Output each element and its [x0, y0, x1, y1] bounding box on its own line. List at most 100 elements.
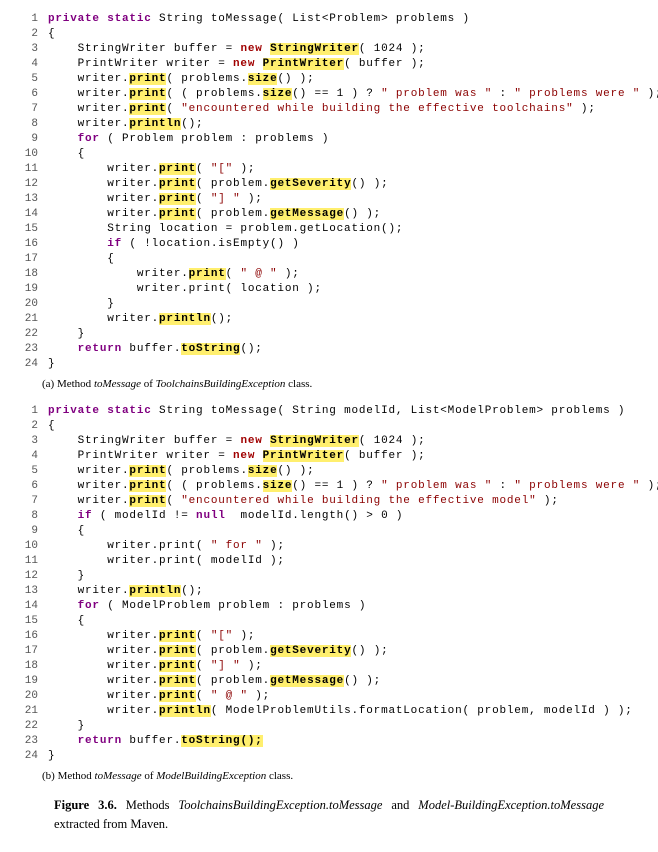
- code-token: ( buffer );: [344, 450, 425, 462]
- code-token: :: [492, 480, 514, 492]
- subcap-a-prefix: (a) Method: [42, 378, 94, 390]
- code-line: 24}: [18, 357, 640, 372]
- code-token: writer.: [48, 268, 189, 280]
- line-number: 15: [18, 614, 38, 629]
- code-token: );: [233, 630, 255, 642]
- code-token: (: [196, 163, 211, 175]
- code-line: 19 writer.print( location );: [18, 282, 640, 297]
- code-token: [48, 735, 78, 747]
- code-token: StringWriter buffer =: [48, 43, 240, 55]
- line-number: 10: [18, 147, 38, 162]
- code-token: String toMessage( List<Problem> problems…: [152, 13, 470, 25]
- code-token: {: [48, 615, 85, 627]
- code-token: writer.print( location );: [48, 283, 322, 295]
- figure-caption: Figure 3.6. Methods ToolchainsBuildingEx…: [54, 796, 604, 834]
- code-token: writer.: [48, 193, 159, 205]
- figcap-and: and: [382, 798, 418, 812]
- line-number: 12: [18, 569, 38, 584]
- line-number: 1: [18, 12, 38, 27]
- code-token: );: [263, 540, 285, 552]
- subcap-a-em2: ToolchainsBuildingException: [156, 378, 286, 390]
- code-token: writer.: [48, 690, 159, 702]
- code-token: writer.: [48, 630, 159, 642]
- code-token: writer.: [48, 118, 129, 130]
- code-token: writer.: [48, 73, 129, 85]
- code-token: ( ( problems.: [166, 480, 262, 492]
- code-token: new: [233, 450, 255, 462]
- code-line: 19 writer.print( problem.getMessage() );: [18, 674, 640, 689]
- code-token: ( !location.isEmpty() ): [122, 238, 300, 250]
- code-token: println: [159, 705, 211, 717]
- code-token: (: [166, 495, 181, 507]
- code-line: 18 writer.print( "] " );: [18, 659, 640, 674]
- figcap-sep: [117, 798, 126, 812]
- code-token: );: [574, 103, 596, 115]
- code-token: () );: [277, 73, 314, 85]
- code-token: () == 1 ) ?: [292, 88, 381, 100]
- code-token: () );: [344, 208, 381, 220]
- code-token: null: [196, 510, 226, 522]
- figcap-label: Figure 3.6.: [54, 798, 117, 812]
- code-token: print: [159, 645, 196, 657]
- line-number: 18: [18, 659, 38, 674]
- code-token: print: [189, 268, 226, 280]
- line-number: 19: [18, 674, 38, 689]
- line-number: 22: [18, 719, 38, 734]
- code-token: " @ ": [211, 690, 248, 702]
- code-token: new: [240, 43, 262, 55]
- code-token: writer.: [48, 163, 159, 175]
- code-token: );: [233, 163, 255, 175]
- code-token: print: [129, 480, 166, 492]
- line-number: 15: [18, 222, 38, 237]
- subcap-b-em2: ModelBuildingException: [156, 770, 266, 782]
- code-line: 7 writer.print( "encountered while build…: [18, 494, 640, 509]
- code-token: (: [166, 103, 181, 115]
- line-number: 7: [18, 102, 38, 117]
- code-token: static: [107, 405, 151, 417]
- code-token: [48, 600, 78, 612]
- code-line: 5 writer.print( problems.size() );: [18, 72, 640, 87]
- code-token: static: [107, 13, 151, 25]
- code-line: 7 writer.print( "encountered while build…: [18, 102, 640, 117]
- code-token: size: [263, 480, 293, 492]
- subcap-b-mid: of: [142, 770, 157, 782]
- code-line: 4 PrintWriter writer = new PrintWriter( …: [18, 449, 640, 464]
- code-line: 15 {: [18, 614, 640, 629]
- code-token: "[": [211, 163, 233, 175]
- code-token: private: [48, 13, 100, 25]
- code-line: 11 writer.print( "[" );: [18, 162, 640, 177]
- code-token: " for ": [211, 540, 263, 552]
- code-token: ( problems.: [166, 465, 247, 477]
- code-token: );: [240, 660, 262, 672]
- code-token: print: [159, 630, 196, 642]
- code-token: getMessage: [270, 675, 344, 687]
- code-token: print: [159, 193, 196, 205]
- code-token: new: [233, 58, 255, 70]
- code-token: );: [640, 88, 658, 100]
- code-token: getSeverity: [270, 645, 351, 657]
- code-line: 1private static String toMessage( String…: [18, 404, 640, 419]
- code-token: ( ModelProblem problem : problems ): [100, 600, 366, 612]
- line-number: 21: [18, 312, 38, 327]
- code-token: ( problem.: [196, 208, 270, 220]
- code-token: new: [240, 435, 262, 447]
- code-token: () );: [277, 465, 314, 477]
- code-token: }: [48, 750, 55, 762]
- code-token: " problems were ": [514, 88, 640, 100]
- line-number: 24: [18, 357, 38, 372]
- line-number: 6: [18, 479, 38, 494]
- code-line: 11 writer.print( modelId );: [18, 554, 640, 569]
- figcap-pre: Methods: [126, 798, 179, 812]
- code-token: return: [78, 735, 122, 747]
- code-token: writer.: [48, 585, 129, 597]
- code-token: print: [129, 73, 166, 85]
- code-token: toString: [181, 343, 240, 355]
- code-token: print: [159, 178, 196, 190]
- code-line: 2{: [18, 27, 640, 42]
- code-token: writer.: [48, 103, 129, 115]
- code-token: );: [277, 268, 299, 280]
- line-number: 12: [18, 177, 38, 192]
- code-token: buffer.: [122, 735, 181, 747]
- code-token: );: [240, 193, 262, 205]
- code-listing-b: 1private static String toMessage( String…: [18, 404, 640, 764]
